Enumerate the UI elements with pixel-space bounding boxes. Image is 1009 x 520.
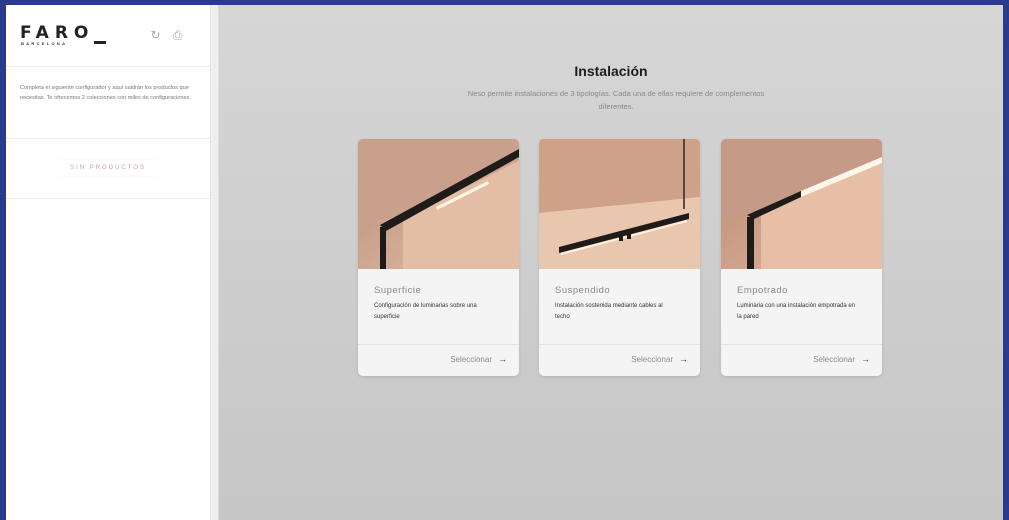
card-empotrado[interactable]: Empotrado Luminaria con una instalación … xyxy=(721,139,882,376)
select-suspendido-button[interactable]: Seleccionar → xyxy=(631,354,688,364)
select-superficie-button[interactable]: Seleccionar → xyxy=(450,354,507,364)
refresh-icon[interactable]: ↻ xyxy=(149,29,162,42)
main-content: Instalación Neso permite instalaciones d… xyxy=(219,5,1003,520)
card-suspendido[interactable]: Suspendido Instalación sostenida mediant… xyxy=(539,139,700,376)
logo-subtitle: BARCELONA xyxy=(21,41,68,46)
empty-products-label: SIN PRODUCTOS xyxy=(56,160,160,176)
card-description: Configuración de luminarias sobre una su… xyxy=(374,303,477,320)
select-empotrado-button[interactable]: Seleccionar → xyxy=(813,354,870,364)
card-description: Instalación sostenida mediante cables al… xyxy=(555,303,663,320)
empotrado-image xyxy=(721,139,882,269)
card-superficie[interactable]: Superficie Configuración de luminarias s… xyxy=(358,139,519,376)
sidebar-intro: Completa el siguiente configurador y aqu… xyxy=(6,67,210,139)
logo[interactable]: FARO xyxy=(20,23,94,43)
select-label: Seleccionar xyxy=(450,355,492,364)
superficie-image xyxy=(358,139,519,269)
select-label: Seleccionar xyxy=(813,355,855,364)
card-divider xyxy=(358,344,519,345)
arrow-right-icon: → xyxy=(679,354,688,364)
sidebar-scrollbar[interactable] xyxy=(211,5,219,520)
card-description: Luminaria con una instalación empotrada … xyxy=(737,303,856,320)
app-frame: FARO BARCELONA ↻ ⎙ Completa el siguiente… xyxy=(6,5,1003,520)
sidebar: FARO BARCELONA ↻ ⎙ Completa el siguiente… xyxy=(6,5,211,520)
products-list: SIN PRODUCTOS xyxy=(6,139,210,199)
page-subtitle: Neso permite instalaciones de 3 tipologí… xyxy=(467,89,765,111)
logo-bar xyxy=(94,41,106,44)
page-title: Instalación xyxy=(574,63,648,79)
select-label: Seleccionar xyxy=(631,355,673,364)
card-title: Empotrado xyxy=(737,285,788,296)
arrow-right-icon: → xyxy=(861,354,870,364)
card-divider xyxy=(721,344,882,345)
print-icon[interactable]: ⎙ xyxy=(171,29,184,42)
card-title: Superficie xyxy=(374,285,422,296)
card-title: Suspendido xyxy=(555,285,611,296)
suspendido-image xyxy=(539,139,700,269)
sidebar-header: FARO BARCELONA ↻ ⎙ xyxy=(6,5,210,67)
card-divider xyxy=(539,344,700,345)
arrow-right-icon: → xyxy=(498,354,507,364)
